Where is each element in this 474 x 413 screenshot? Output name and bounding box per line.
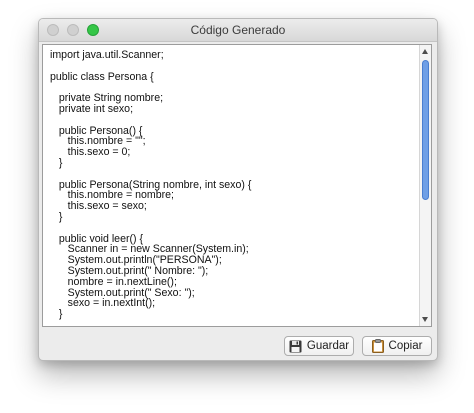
title-bar[interactable]: Código Generado [39,19,437,42]
scroll-thumb[interactable] [422,60,429,200]
window-title: Código Generado [190,23,286,37]
code-line: private int sexo; [50,102,134,115]
code-line: } [50,308,63,321]
code-content[interactable]: import java.util.Scanner; public class Pe… [50,50,415,320]
save-button-label: Guardar [306,340,350,352]
code-line: } [50,210,63,223]
scroll-up-arrow-icon[interactable] [422,49,428,54]
scroll-down-arrow-icon[interactable] [422,317,428,322]
code-line: } [50,156,63,169]
copy-button-label: Copiar [388,340,423,352]
code-line: this.sexo = sexo; [50,200,147,213]
save-button[interactable]: Guardar [284,336,354,356]
code-text-area[interactable]: import java.util.Scanner; public class Pe… [42,44,432,327]
code-line: import java.util.Scanner; [50,49,164,61]
code-window: Código Generado import java.util.Scanner… [38,18,438,361]
code-line: sexo = in.nextInt(); [50,297,156,310]
code-line: this.sexo = 0; [50,146,131,159]
code-line: nombre = in.nextLine(); [50,275,177,288]
copy-button[interactable]: Copiar [362,336,432,356]
clipboard-icon [371,339,384,353]
floppy-disk-icon [289,340,302,353]
vertical-scrollbar[interactable] [419,45,431,326]
code-line: public class Persona { [50,70,154,83]
